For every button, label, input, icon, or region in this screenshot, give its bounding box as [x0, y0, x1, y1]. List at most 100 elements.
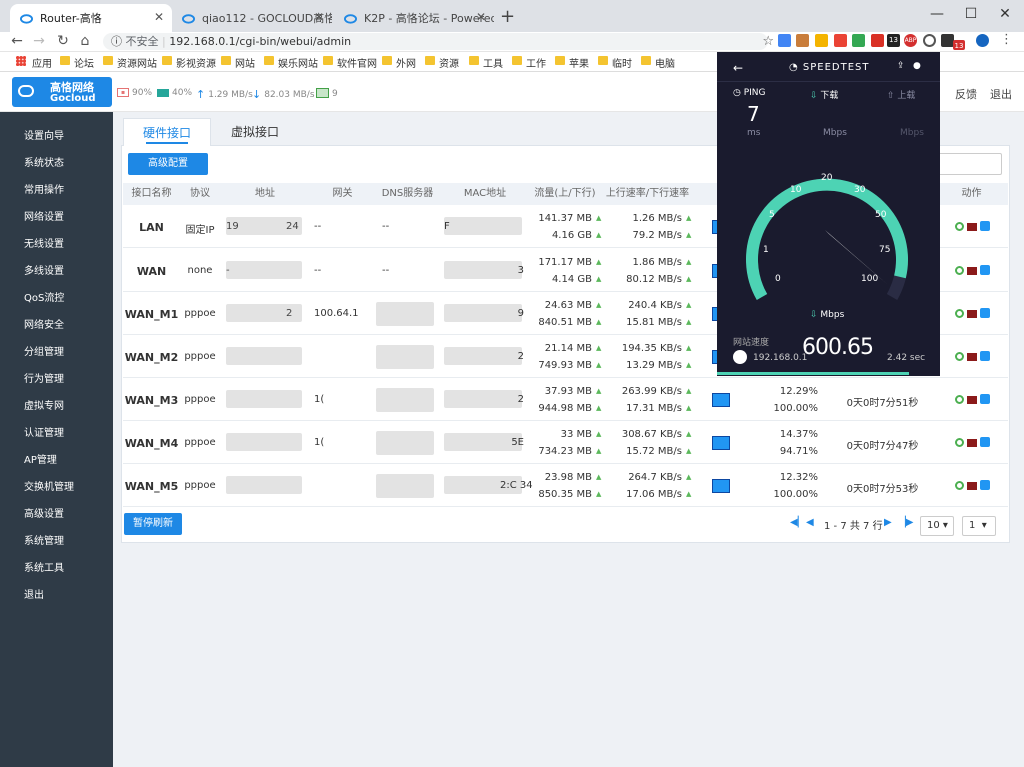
sidebar-item-behavior[interactable]: 行为管理: [24, 370, 64, 385]
sidebar-item-auth[interactable]: 认证管理: [24, 424, 64, 439]
window-close-button[interactable]: ✕: [988, 0, 1022, 28]
avatar[interactable]: [976, 34, 989, 47]
refresh-icon[interactable]: [955, 395, 964, 404]
extension-icon[interactable]: [834, 34, 847, 47]
forward-button[interactable]: →: [30, 33, 48, 49]
extension-icon[interactable]: [815, 34, 828, 47]
disconnect-icon[interactable]: [967, 267, 977, 275]
home-button[interactable]: ⌂: [76, 33, 94, 49]
speedtest-icon[interactable]: [923, 34, 936, 47]
sidebar-item-qos[interactable]: QoS流控: [24, 289, 64, 304]
tab-virtual[interactable]: 虚拟接口: [211, 118, 299, 146]
edit-icon[interactable]: [980, 437, 990, 447]
sidebar-item-common[interactable]: 常用操作: [24, 181, 64, 196]
tab-qiao[interactable]: qiao112 - GOCLOUD高恪网络 ✕: [172, 4, 332, 32]
sidebar-item-advanced[interactable]: 高级设置: [24, 505, 64, 520]
feedback-link[interactable]: 反馈: [955, 86, 977, 102]
up-arrow-icon: ▲: [686, 318, 692, 326]
disconnect-icon[interactable]: [967, 482, 977, 490]
search-input[interactable]: [938, 153, 1002, 175]
close-icon[interactable]: ✕: [154, 10, 164, 24]
adblock-icon[interactable]: ABP: [904, 34, 917, 47]
sidebar-item-security[interactable]: 网络安全: [24, 316, 64, 331]
sidebar-item-switch[interactable]: 交换机管理: [24, 478, 74, 493]
sidebar-item-tools[interactable]: 系统工具: [24, 559, 64, 574]
bookmark-item[interactable]: 资源网站: [103, 55, 157, 70]
edit-icon[interactable]: [980, 308, 990, 318]
edit-icon[interactable]: [980, 480, 990, 490]
next-page-icon[interactable]: ▶: [884, 517, 892, 528]
refresh-icon[interactable]: [955, 438, 964, 447]
user-icon[interactable]: ●: [913, 61, 921, 71]
edit-icon[interactable]: [980, 265, 990, 275]
disconnect-icon[interactable]: [967, 223, 977, 231]
last-page-icon[interactable]: ▕▶: [898, 517, 913, 528]
sidebar-item-system-mgmt[interactable]: 系统管理: [24, 532, 64, 547]
sidebar-item-groups[interactable]: 分组管理: [24, 343, 64, 358]
bookmark-item[interactable]: 资源: [425, 55, 459, 70]
bookmark-item[interactable]: 网站: [221, 55, 255, 70]
translate-icon[interactable]: [778, 34, 791, 47]
refresh-icon[interactable]: [955, 266, 964, 275]
sidebar-item-setup-wizard[interactable]: 设置向导: [24, 127, 64, 142]
disconnect-icon[interactable]: [967, 439, 977, 447]
bookmark-item[interactable]: 苹果: [555, 55, 589, 70]
traffic-down: 749.93 MB: [538, 360, 592, 371]
edit-icon[interactable]: [980, 394, 990, 404]
page-select[interactable]: 1 ▾: [962, 516, 996, 536]
share-icon[interactable]: ⇪: [897, 61, 905, 71]
refresh-icon[interactable]: [955, 481, 964, 490]
sidebar-item-wireless[interactable]: 无线设置: [24, 235, 64, 250]
back-button[interactable]: ←: [8, 33, 26, 49]
refresh-icon[interactable]: [955, 222, 964, 231]
sidebar-item-vpn[interactable]: 虚拟专网: [24, 397, 64, 412]
star-icon[interactable]: ☆: [762, 33, 774, 50]
refresh-icon[interactable]: [955, 352, 964, 361]
extension-icon[interactable]: [796, 34, 809, 47]
bookmark-item[interactable]: 电脑: [641, 55, 675, 70]
extension-icon[interactable]: [852, 34, 865, 47]
edit-icon[interactable]: [980, 351, 990, 361]
sidebar-item-network[interactable]: 网络设置: [24, 208, 64, 223]
sidebar-item-multiline[interactable]: 多线设置: [24, 262, 64, 277]
disconnect-icon[interactable]: [967, 310, 977, 318]
sidebar-item-exit[interactable]: 退出: [24, 586, 44, 601]
tab-k2p[interactable]: K2P - 高恪论坛 - Powered by D ✕: [334, 4, 494, 32]
disconnect-icon[interactable]: [967, 396, 977, 404]
bookmark-item[interactable]: 娱乐网站: [264, 55, 318, 70]
maximize-button[interactable]: ☐: [954, 0, 988, 28]
bookmark-item[interactable]: 工具: [469, 55, 503, 70]
extension-icon[interactable]: [871, 34, 884, 47]
bookmark-item[interactable]: 软件官网: [323, 55, 377, 70]
bookmark-item[interactable]: 工作: [512, 55, 546, 70]
per-page-select[interactable]: 10 ▾: [920, 516, 954, 536]
reload-button[interactable]: ↻: [54, 33, 72, 49]
back-icon[interactable]: ←: [733, 61, 743, 75]
logout-link[interactable]: 退出: [990, 86, 1012, 102]
up-arrow-icon: ▲: [596, 344, 602, 352]
prev-page-icon[interactable]: ◀: [806, 517, 814, 528]
disconnect-icon[interactable]: [967, 353, 977, 361]
close-icon[interactable]: ✕: [314, 10, 324, 24]
rate-down: 15.81 MB/s: [626, 317, 682, 328]
pause-refresh-button[interactable]: 暂停刷新: [124, 513, 182, 535]
extension-badge-icon[interactable]: 13: [887, 34, 900, 47]
bookmark-item[interactable]: 临时: [598, 55, 632, 70]
minimize-button[interactable]: —: [920, 0, 954, 28]
refresh-icon[interactable]: [955, 309, 964, 318]
first-page-icon[interactable]: ◀▏: [790, 517, 805, 528]
edit-icon[interactable]: [980, 221, 990, 231]
bookmark-item[interactable]: 外网: [382, 55, 416, 70]
bookmark-item[interactable]: 论坛: [60, 55, 94, 70]
bookmark-item[interactable]: 影视资源: [162, 55, 216, 70]
close-icon[interactable]: ✕: [476, 10, 486, 24]
tab-router[interactable]: Router-高恪 ✕: [10, 4, 172, 32]
bookmark-apps[interactable]: 应用: [18, 55, 52, 70]
url-input[interactable]: ⓘ 不安全 | 192.168.0.1/cgi-bin/webui/admin …: [103, 33, 774, 50]
sidebar-item-system-status[interactable]: 系统状态: [24, 154, 64, 169]
sidebar-item-ap[interactable]: AP管理: [24, 451, 57, 466]
menu-icon[interactable]: ⋮: [1000, 32, 1013, 47]
tab-hardware[interactable]: 硬件接口: [123, 118, 211, 146]
advanced-config-button[interactable]: 高级配置: [128, 153, 208, 175]
new-tab-button[interactable]: +: [500, 6, 515, 27]
